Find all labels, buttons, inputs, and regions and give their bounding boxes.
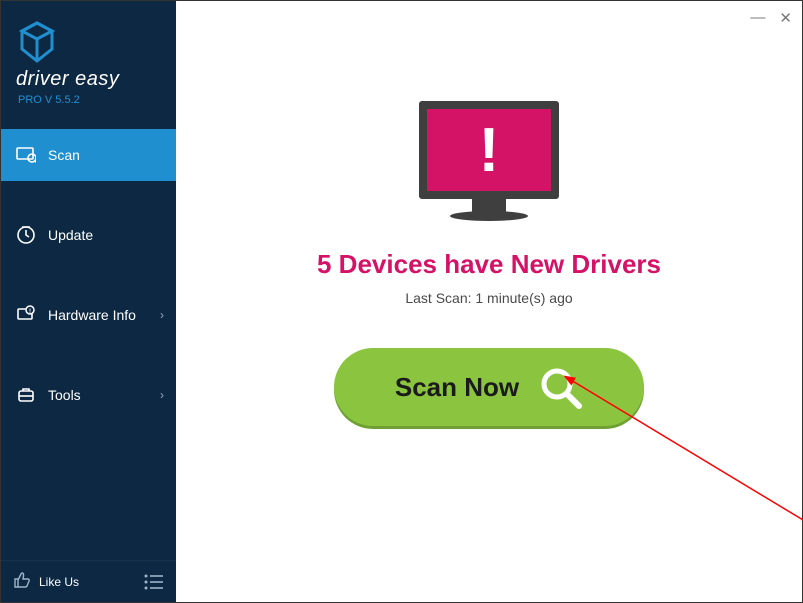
- status-graphic: !: [419, 101, 559, 213]
- minimize-button[interactable]: —: [750, 9, 765, 27]
- tools-icon: [16, 385, 36, 405]
- sidebar-item-label: Scan: [48, 147, 80, 163]
- sidebar-nav: Scan Update ! Hardware Info › Tools ›: [1, 129, 176, 560]
- sidebar-item-update[interactable]: Update: [1, 209, 176, 261]
- last-scan-text: Last Scan: 1 minute(s) ago: [405, 290, 572, 306]
- monitor-icon: !: [419, 101, 559, 213]
- sidebar-footer: Like Us: [1, 560, 176, 602]
- update-icon: [16, 225, 36, 245]
- app-name: driver easy: [16, 68, 161, 91]
- main-panel: — ✕ ! 5 Devices have New Drivers Last Sc…: [176, 1, 802, 602]
- monitor-stand: [472, 199, 506, 213]
- close-button[interactable]: ✕: [779, 9, 792, 27]
- status-headline: 5 Devices have New Drivers: [317, 249, 661, 280]
- svg-text:!: !: [29, 309, 31, 315]
- sidebar: driver easy PRO V 5.5.2 Scan Update ! Ha…: [1, 1, 176, 602]
- sidebar-item-tools[interactable]: Tools ›: [1, 369, 176, 421]
- chevron-right-icon: ›: [160, 388, 164, 402]
- monitor-screen: !: [419, 101, 559, 199]
- scan-now-label: Scan Now: [395, 372, 519, 403]
- like-us-button[interactable]: Like Us: [13, 571, 79, 592]
- search-icon: [537, 364, 583, 410]
- chevron-right-icon: ›: [160, 308, 164, 322]
- scan-icon: [16, 145, 36, 165]
- like-us-label: Like Us: [39, 575, 79, 589]
- sidebar-item-scan[interactable]: Scan: [1, 129, 176, 181]
- sidebar-item-hardware-info[interactable]: ! Hardware Info ›: [1, 289, 176, 341]
- hardware-icon: !: [16, 305, 36, 325]
- sidebar-item-label: Update: [48, 227, 93, 243]
- scan-now-button[interactable]: Scan Now: [334, 348, 644, 426]
- menu-list-icon[interactable]: [144, 574, 164, 590]
- window-controls: — ✕: [750, 9, 792, 27]
- sidebar-item-label: Tools: [48, 387, 81, 403]
- logo-section: driver easy PRO V 5.5.2: [1, 1, 176, 121]
- thumbs-up-icon: [13, 571, 31, 592]
- sidebar-item-label: Hardware Info: [48, 307, 136, 323]
- app-logo-icon: [16, 21, 58, 63]
- alert-exclamation-icon: !: [479, 115, 500, 186]
- app-version: PRO V 5.5.2: [18, 94, 161, 106]
